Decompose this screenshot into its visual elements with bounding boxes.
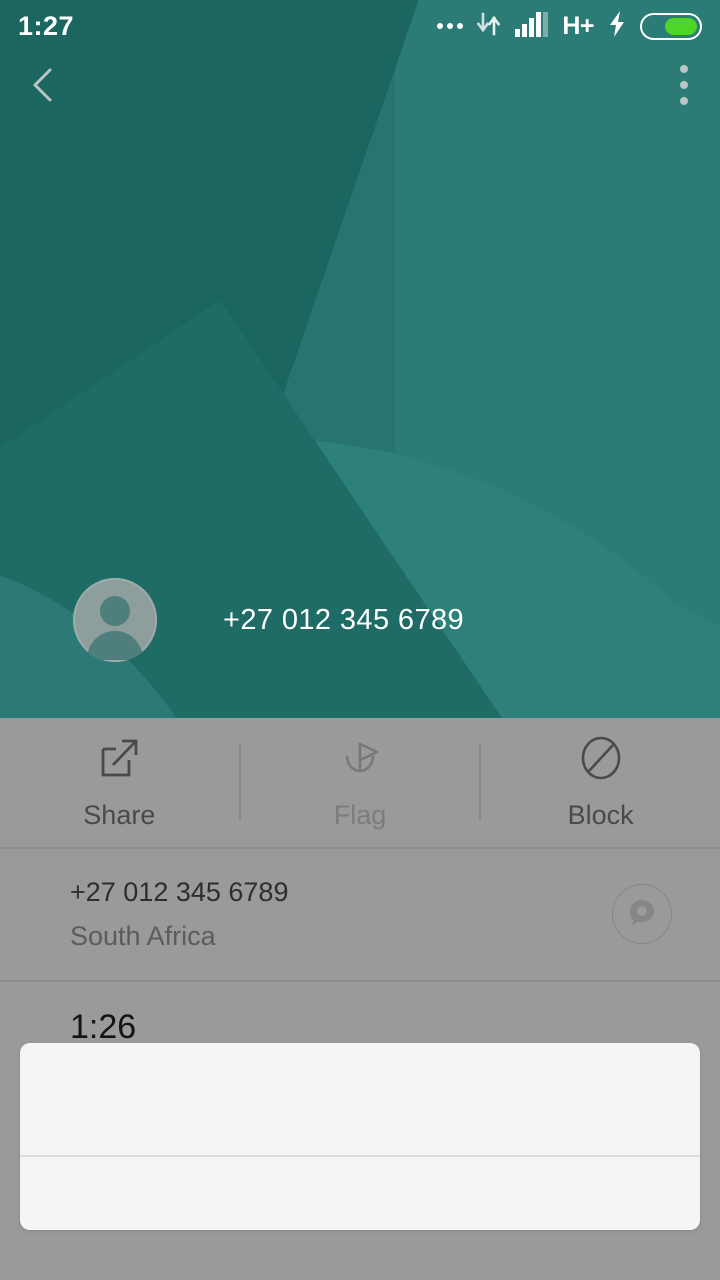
lightning-bolt-icon	[607, 10, 627, 43]
contact-header: +27 012 345 6789	[0, 572, 720, 668]
share-button-label: Share	[83, 800, 156, 830]
share-button[interactable]: Share	[0, 718, 239, 848]
person-avatar-icon	[73, 578, 157, 662]
status-bar-icons: H+	[437, 10, 702, 43]
block-button-label: Block	[567, 800, 634, 830]
share-external-link-icon	[96, 735, 142, 786]
back-chevron-icon[interactable]	[26, 65, 60, 105]
contact-info-country: South Africa	[70, 920, 216, 951]
call-log-time: 1:26	[70, 1008, 137, 1046]
contact-info-text: +27 012 345 6789 South Africa	[70, 877, 288, 952]
battery-icon	[640, 12, 702, 40]
overflow-menu-icon[interactable]	[674, 59, 694, 111]
message-bubble-icon	[624, 894, 660, 935]
network-type-label: H+	[562, 11, 594, 40]
battery-fill	[664, 17, 697, 35]
data-transfer-arrows-icon	[476, 10, 502, 43]
contact-info-phone-number: +27 012 345 6789	[70, 876, 289, 907]
message-button[interactable]	[612, 884, 672, 944]
phone-screen: 1:27 H+ +27 012 345 6789 Share Flag Bloc…	[0, 0, 720, 1280]
flag-button-label: Flag	[333, 800, 387, 830]
contact-info-row[interactable]: +27 012 345 6789 South Africa	[0, 848, 720, 980]
status-bar: 1:27 H+	[0, 0, 720, 52]
flag-button[interactable]: Flag	[241, 718, 480, 848]
call-log-entry: 1:26	[70, 1008, 136, 1047]
dialog-top-section[interactable]	[20, 1043, 700, 1155]
dialog-bottom-section[interactable]	[20, 1157, 700, 1231]
flag-icon	[337, 735, 383, 786]
block-button[interactable]: Block	[481, 718, 720, 848]
divider-below-info	[0, 980, 720, 982]
more-dots-icon	[437, 23, 464, 29]
bottom-dialog[interactable]	[20, 1043, 700, 1230]
status-bar-clock: 1:27	[18, 10, 75, 41]
signal-bars-icon	[515, 11, 549, 42]
hero-phone-number: +27 012 345 6789	[223, 603, 465, 636]
action-button-row: Share Flag Block	[0, 718, 720, 848]
block-circle-slash-icon	[578, 735, 624, 786]
app-bar	[0, 52, 720, 118]
